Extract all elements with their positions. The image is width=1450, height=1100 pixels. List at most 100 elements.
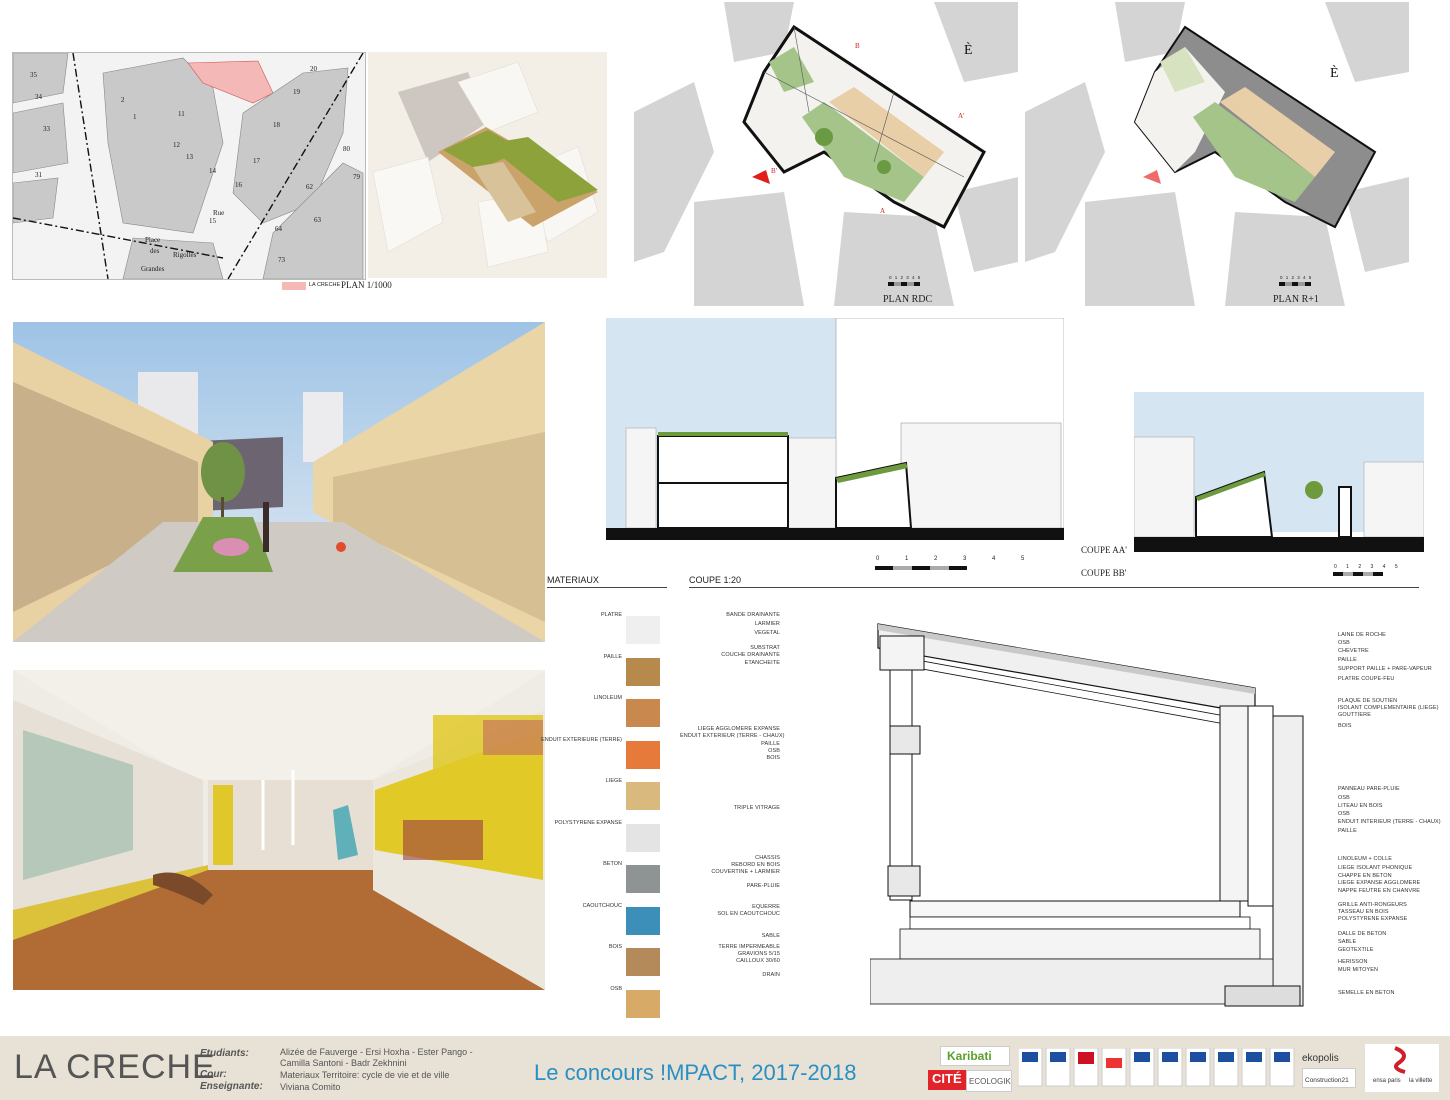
detail-right-label: HERISSON xyxy=(1338,959,1368,965)
lot-number: 1 xyxy=(133,113,137,121)
lot-number: 80 xyxy=(343,145,350,153)
plan-r1-scale-numbers: 0 1 2 3 4 5 xyxy=(1280,275,1313,280)
section-aa-drawing xyxy=(606,318,1064,540)
lot-number: 12 xyxy=(173,141,180,149)
detail-right-label: POLYSTYRENE EXPANSE xyxy=(1338,916,1408,922)
detail-right-label: BOIS xyxy=(1338,723,1352,729)
street-label: Rue xyxy=(213,209,225,217)
courtyard-render xyxy=(13,322,545,642)
lot-number: 11 xyxy=(178,110,185,118)
detail-left-label: BOIS xyxy=(766,755,780,761)
material-name: ENDUIT EXTERIEURE (TERRE) xyxy=(541,736,622,743)
detail-title: COUPE 1:20 xyxy=(689,575,742,585)
contest-title: Le concours !MPACT, 2017-2018 xyxy=(534,1060,857,1085)
detail-right-label: PLATRE COUPE-FEU xyxy=(1338,676,1395,682)
detail-right-label: SABLE xyxy=(1338,939,1357,945)
lot-number: 31 xyxy=(35,171,42,179)
logo-construction21-text: Construction21 xyxy=(1305,1077,1349,1084)
material-swatch xyxy=(626,823,660,852)
courtyard-render-image xyxy=(13,322,545,642)
detail-right-label: SEMELLE EN BETON xyxy=(1338,990,1395,996)
detail-right-label: DALLE DE BETON xyxy=(1338,931,1387,937)
lot-number: 14 xyxy=(209,167,216,175)
detail-left-label: LIEGE AGGLOMERE EXPANSE xyxy=(697,726,780,732)
svg-text:È: È xyxy=(1330,64,1339,81)
lot-number: 73 xyxy=(278,256,285,264)
plan-rdc-title: PLAN RDC xyxy=(883,294,933,305)
wall-detail-drawing xyxy=(870,623,1304,1007)
material-swatch xyxy=(626,948,660,976)
material-name: CAOUTCHOUC xyxy=(582,902,622,909)
detail-left-label: TERRE IMPERMEABLE xyxy=(718,944,780,950)
street-label: Place xyxy=(145,236,161,244)
section-bb-scale-bar xyxy=(1333,572,1383,576)
detail-left-label: SABLE xyxy=(761,933,780,939)
material-name: BOIS xyxy=(608,944,622,950)
material-swatch xyxy=(626,699,660,727)
detail-left-label: VEGETAL xyxy=(754,630,780,636)
detail-right-label: LIEGE ISOLANT PHONIQUE xyxy=(1338,865,1413,871)
enseignante-value: Viviana Comito xyxy=(280,1082,341,1092)
axonometric-view xyxy=(368,52,607,278)
material-swatch xyxy=(626,657,660,686)
detail-right-label: OSB xyxy=(1338,811,1350,817)
detail-rule xyxy=(689,587,1419,588)
lot-number: 63 xyxy=(314,216,321,224)
lot-number: 16 xyxy=(235,181,242,189)
lot-number: 35 xyxy=(30,71,37,79)
detail-left-label: PAILLE xyxy=(761,741,780,747)
plan-rdc-scale-numbers: 0 1 2 3 4 5 xyxy=(889,275,922,280)
detail-right-label: NAPPE FEUTRE EN CHANVRE xyxy=(1338,888,1421,894)
detail-left-label: ENDUIT EXTERIEUR (TERRE - CHAUX) xyxy=(680,733,785,739)
material-name: PLATRE xyxy=(601,612,622,618)
material-name: LIEGE xyxy=(605,778,622,784)
detail-left-label: DRAIN xyxy=(762,972,780,978)
street-label: Grandes xyxy=(141,265,165,273)
material-name: POLYSTYRENE EXPANSE xyxy=(554,819,622,826)
site-plan-drawing xyxy=(13,53,365,279)
detail-right-label: GOUTTIERE xyxy=(1338,712,1371,718)
cut-marker: B xyxy=(855,42,860,50)
detail-right-label: GRILLE ANTI-RONGEURS xyxy=(1338,902,1407,908)
site-plan-scale-label: PLAN 1/1000 xyxy=(341,280,392,290)
interior-render xyxy=(13,670,545,990)
lot-number: 2 xyxy=(121,96,125,104)
detail-right-label: LAINE DE ROCHE xyxy=(1338,632,1386,638)
detail-right-label: GEOTEXTILE xyxy=(1338,947,1374,953)
detail-left-label: TRIPLE VITRAGE xyxy=(733,805,780,811)
site-plan-map: 35 34 33 31 20 19 18 17 16 14 13 12 11 1… xyxy=(12,52,366,280)
logo-ekopolis: ekopolis xyxy=(1302,1048,1356,1064)
detail-right-label: PAILLE xyxy=(1338,657,1357,663)
material-name: LINOLEUM xyxy=(593,695,622,701)
enseignante-label: Enseignante: xyxy=(200,1081,263,1092)
lot-number: 33 xyxy=(43,125,50,133)
material-swatch xyxy=(626,906,660,935)
detail-left-label: COUCHE DRAINANTE xyxy=(721,652,780,658)
section-bb-drawing xyxy=(1134,392,1424,552)
detail-right-label: CHEVETRE xyxy=(1338,648,1369,654)
lot-number: 19 xyxy=(293,88,300,96)
detail-left-label: REBORD EN BOIS xyxy=(731,862,780,868)
logo-karibati-text: Karibati xyxy=(947,1049,992,1063)
detail-right-label: MUR MITOYEN xyxy=(1338,967,1379,973)
detail-right-label: PAILLE xyxy=(1338,828,1357,834)
logo-cite: CITÉ xyxy=(928,1070,966,1090)
detail-left-label: CHASSIS xyxy=(755,855,780,861)
detail-left-label: OSB xyxy=(768,748,780,754)
logo-school: ensa paris la villette xyxy=(1365,1044,1439,1092)
interior-render-image xyxy=(13,670,545,990)
section-aa-scale-bar xyxy=(875,566,968,570)
logo-karibati: Karibati xyxy=(940,1046,1010,1066)
institution-logo-strip xyxy=(1017,1047,1295,1087)
plan-r1-title: PLAN R+1 xyxy=(1273,294,1319,305)
detail-right-label: PLAQUE DE SOUTIEN xyxy=(1338,698,1398,704)
detail-right-label: PANNEAU PARE-PLUIE xyxy=(1338,786,1400,792)
materials-title: MATERIAUX xyxy=(547,575,599,585)
detail-right-label: LIEGE EXPANSE AGGLOMERE xyxy=(1338,880,1421,886)
lot-number: 18 xyxy=(273,121,280,129)
detail-left-label: SOL EN CAOUTCHOUC xyxy=(717,911,780,917)
detail-left-label: CAILLOUX 30/60 xyxy=(736,958,780,964)
svg-text:È: È xyxy=(964,41,973,58)
materials-rule xyxy=(547,587,667,588)
lot-number: 34 xyxy=(35,93,42,101)
